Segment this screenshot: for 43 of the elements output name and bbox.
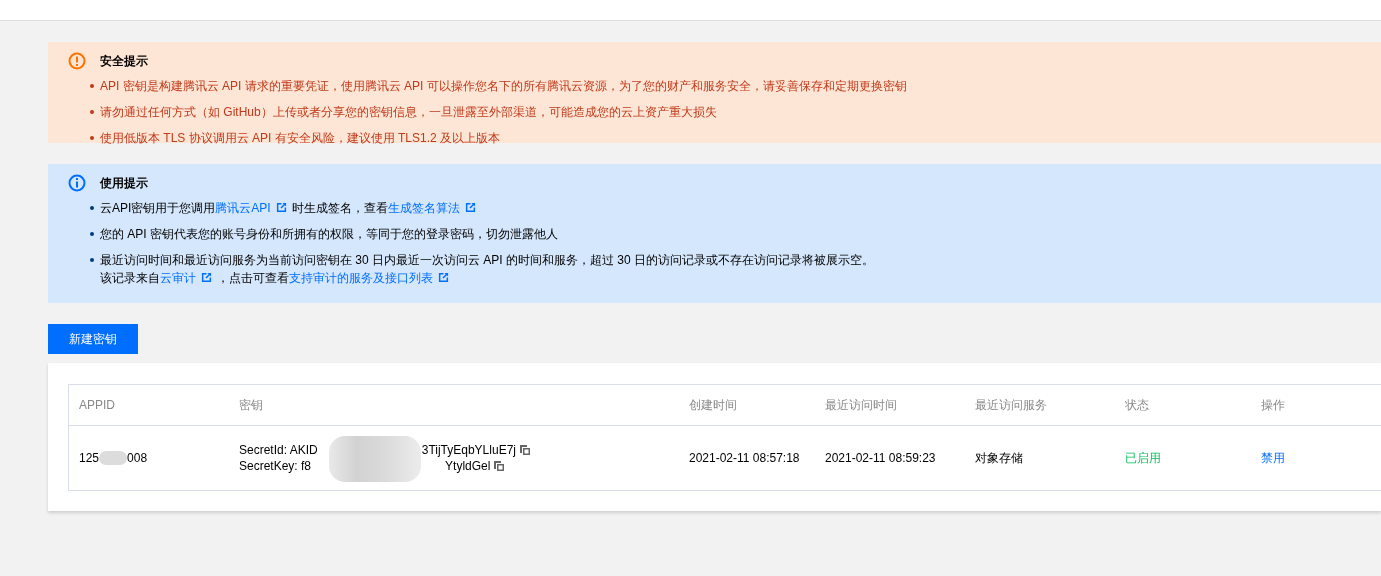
- secret-key-text: YtyldGel: [445, 458, 491, 474]
- column-header: 最近访问时间: [824, 396, 898, 414]
- warning-icon: [68, 52, 86, 70]
- doc-link[interactable]: 腾讯云API: [215, 201, 271, 215]
- alert-text: API 密钥是构建腾讯云 API 请求的重要凭证，使用腾讯云 API 可以操作您名下的所有腾讯云资源，为了您的财产和服务安全，请妥善保存和定期更换密钥: [100, 79, 907, 93]
- external-link-icon[interactable]: [438, 272, 449, 283]
- info-icon: [68, 174, 86, 192]
- alert-text: 您的 API 密钥代表您的账号身份和所拥有的权限，等同于您的登录密码，切勿泄露他人: [100, 227, 558, 241]
- column-header: APPID: [78, 398, 116, 412]
- table-cell-text: 2021-02-11 08:59:23: [824, 451, 937, 465]
- alert-text: 时生成签名，查看: [291, 201, 388, 215]
- column-header: 密钥: [238, 396, 264, 414]
- secret-id-text: SecretId: AKID: [239, 442, 318, 458]
- status-text: 已启用: [1125, 449, 1161, 467]
- doc-link[interactable]: 云审计: [160, 271, 196, 285]
- appid-text: 008: [127, 451, 148, 465]
- alert-text: 最近访问时间和最近访问服务为当前访问密钥在 30 日内最近一次访问云 API 的时间和服务，超过 30 日的访问记录或不存在访问记录将被展示空。: [100, 253, 875, 267]
- external-link-icon[interactable]: [464, 202, 476, 213]
- alert-title: 安全提示: [100, 53, 149, 69]
- create-key-button[interactable]: 新建密钥: [48, 324, 138, 354]
- column-header: 创建时间: [688, 396, 738, 414]
- appid-text: 125: [79, 451, 100, 465]
- table-cell-text: 对象存储: [974, 449, 1024, 467]
- disable-link[interactable]: 禁用: [1261, 449, 1285, 467]
- secret-key-text: SecretKey: f8: [239, 458, 312, 474]
- redaction-blur: [99, 451, 128, 465]
- alert-text: 云API密钥用于您调用: [100, 201, 216, 215]
- secret-id-text: 3TijTyEqbYLluE7j: [421, 442, 516, 458]
- alert-text: ，点击可查看: [217, 271, 289, 285]
- doc-link[interactable]: 生成签名算法: [387, 201, 460, 215]
- column-header: 操作: [1260, 396, 1286, 414]
- alert-text: 该记录来自: [100, 271, 160, 285]
- copy-icon[interactable]: [519, 444, 531, 456]
- external-link-icon[interactable]: [201, 272, 212, 283]
- alert-title: 使用提示: [100, 175, 149, 191]
- copy-icon[interactable]: [493, 460, 506, 472]
- column-header: 最近访问服务: [974, 396, 1048, 414]
- alert-text: 使用低版本 TLS 协议调用云 API 有安全风险，建议使用 TLS1.2 及以上版本: [100, 131, 501, 145]
- alert-text: 请勿通过任何方式（如 GitHub）上传或者分享您的密钥信息，一旦泄露至外部渠道，可能造成您的云上资产重大损失: [100, 105, 717, 119]
- column-header: 状态: [1124, 396, 1150, 414]
- external-link-icon[interactable]: [275, 202, 287, 213]
- table-cell-text: 2021-02-11 08:57:18: [688, 451, 801, 465]
- doc-link[interactable]: 支持审计的服务及接口列表: [289, 271, 433, 285]
